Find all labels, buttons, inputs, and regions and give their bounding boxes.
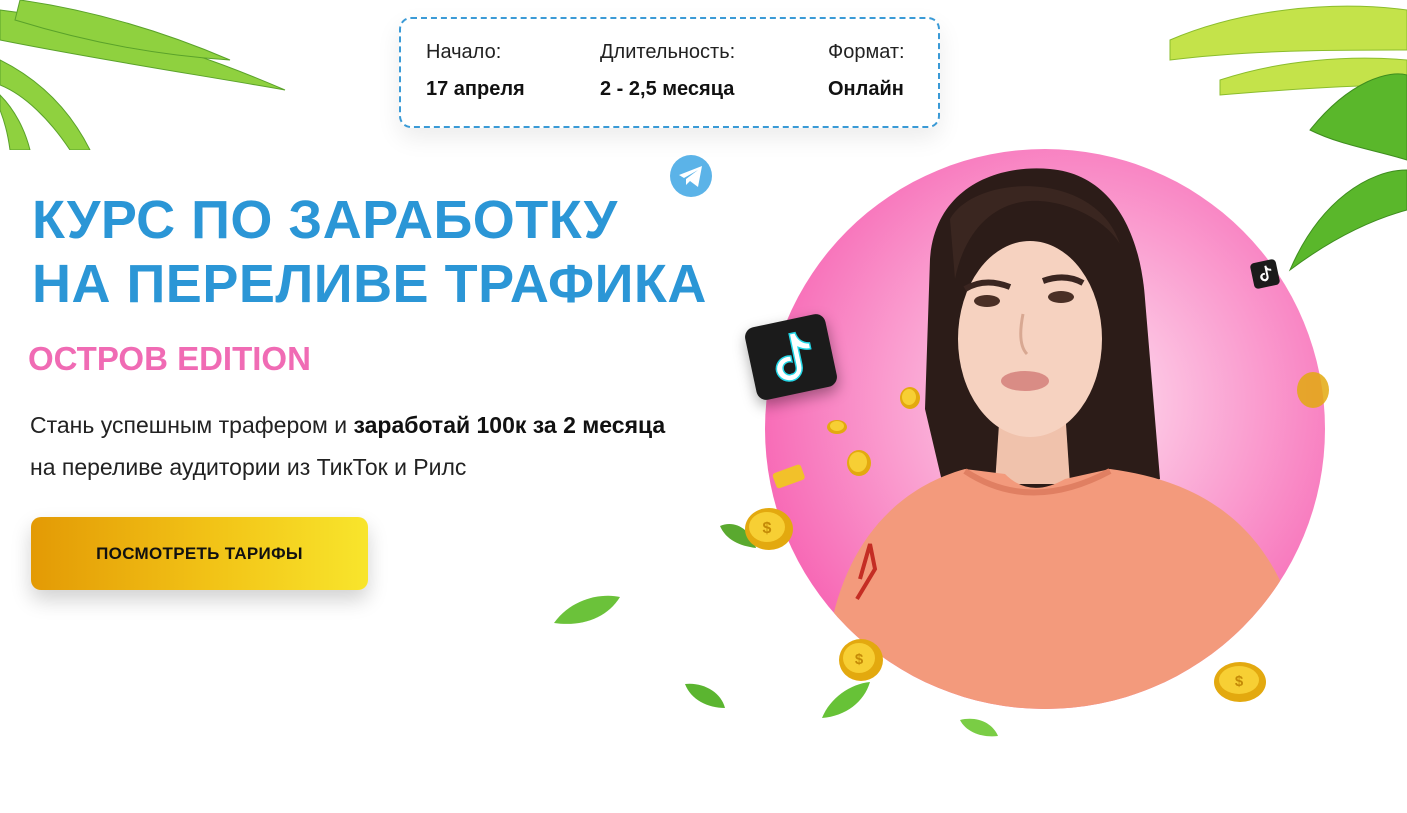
svg-text:$: $ [855, 651, 864, 668]
info-format-label: Формат: [828, 41, 905, 63]
leaf-icon [685, 683, 725, 708]
desc-highlight: заработай 100к за 2 месяца [353, 412, 666, 438]
info-duration-value: 2 - 2,5 месяца [600, 78, 735, 100]
page-title: КУРС ПО ЗАРАБОТКУ НА ПЕРЕЛИВЕ ТРАФИКА [32, 188, 707, 316]
view-tariffs-button[interactable]: ПОСМОТРЕТЬ ТАРИФЫ [31, 517, 368, 590]
coin-icon: $ [745, 508, 793, 550]
info-start: Начало: 17 апреля [426, 41, 525, 101]
svg-text:$: $ [763, 520, 772, 537]
title-line-1: КУРС ПО ЗАРАБОТКУ [32, 190, 618, 250]
svg-text:$: $ [1235, 673, 1244, 690]
info-start-label: Начало: [426, 41, 502, 63]
coin-icon: $ [1214, 662, 1266, 702]
course-info-card: Начало: 17 апреля Длительность: 2 - 2,5 … [399, 17, 940, 128]
coin-icon [772, 464, 805, 489]
coin-icon [847, 450, 871, 476]
coin-icon: $ [839, 639, 883, 681]
author-illustration [824, 168, 1310, 709]
info-duration: Длительность: 2 - 2,5 месяца [600, 41, 735, 101]
coin-icon [900, 387, 920, 409]
title-line-2: НА ПЕРЕЛИВЕ ТРАФИКА [32, 254, 707, 314]
desc-text-1: Стань успешным трафером и [30, 412, 354, 438]
leaf-icon [554, 595, 620, 624]
leaf-icon [960, 718, 998, 737]
info-format-value: Онлайн [828, 78, 904, 100]
desc-text-2: на переливе аудитории из ТикТок и Рилс [30, 454, 467, 480]
palm-leaf-top-left-icon [0, 0, 286, 150]
info-start-value: 17 апреля [426, 78, 525, 100]
edition-subtitle: ОСТРОВ EDITION [28, 340, 311, 377]
hero-description: Стань успешным трафером и заработай 100к… [30, 404, 670, 488]
tiktok-icon [1249, 258, 1281, 290]
author-photo [765, 149, 1325, 709]
info-format: Формат: Онлайн [828, 41, 905, 101]
coin-icon [1297, 372, 1329, 408]
coin-icon [827, 420, 847, 434]
info-duration-label: Длительность: [600, 41, 736, 63]
